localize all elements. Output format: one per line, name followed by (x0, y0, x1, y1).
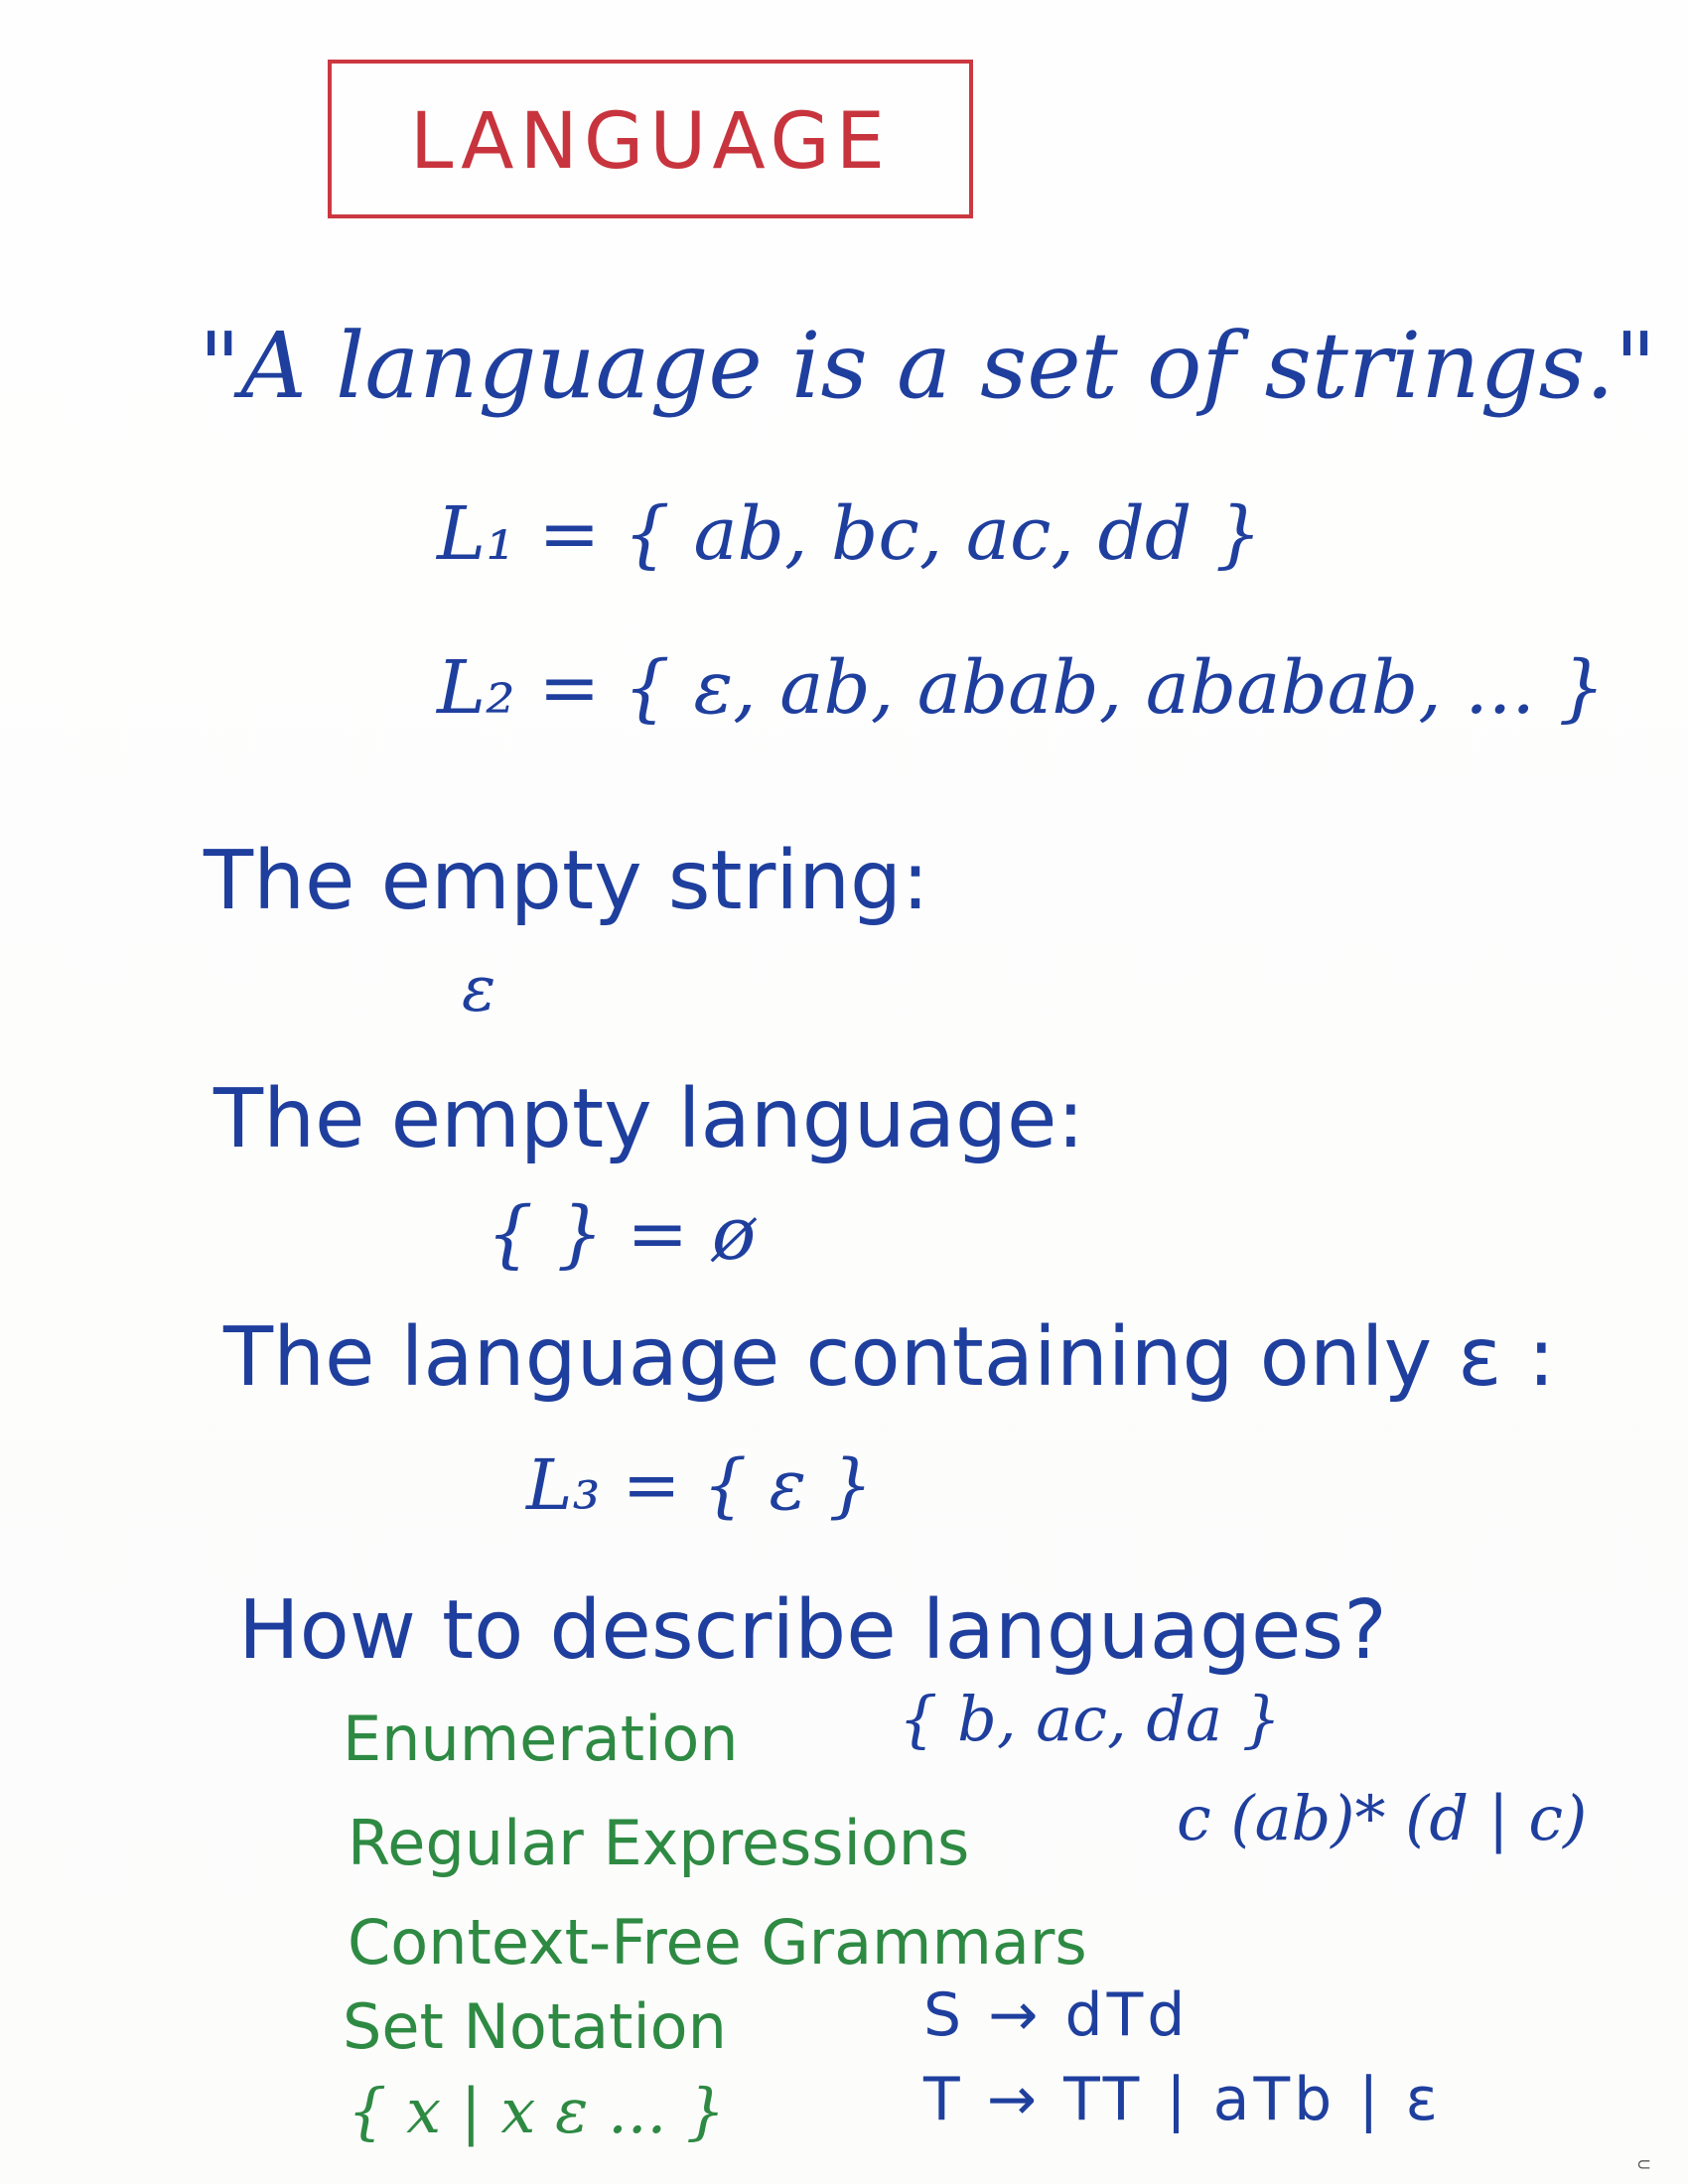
page-title: LANGUAGE (409, 97, 892, 187)
example-l3: L₃ = { ε } (526, 1444, 873, 1526)
heading-epsilon-language: The language containing only ε : (223, 1310, 1556, 1405)
regex-example: c (ab)* (d | c) (1177, 1782, 1588, 1854)
notebook-page: LANGUAGE "A language is a set of strings… (0, 0, 1688, 2184)
enumeration-example: { b, ac, da } (899, 1683, 1282, 1755)
page-corner-mark: ⊂ (1636, 2154, 1652, 2175)
example-l1: L₁ = { ab, bc, ac, dd } (437, 491, 1262, 577)
heading-empty-language: The empty language: (213, 1072, 1085, 1166)
method-enumeration: Enumeration (343, 1703, 739, 1775)
definition-quote: "A language is a set of strings." (199, 313, 1657, 419)
grammar-rule-t: T → TT | aTb | ε (923, 2065, 1442, 2134)
grammar-rule-s: S → dTd (923, 1980, 1190, 2050)
method-context-free-grammars: Context-Free Grammars (348, 1906, 1087, 1979)
epsilon-symbol: ε (462, 953, 496, 1026)
heading-empty-string: The empty string: (204, 834, 929, 928)
method-set-notation: Set Notation (343, 1990, 727, 2063)
heading-describe-languages: How to describe languages? (238, 1583, 1387, 1678)
method-regular-expressions: Regular Expressions (348, 1807, 970, 1879)
example-l2: L₂ = { ε, ab, abab, ababab, ... } (437, 645, 1606, 731)
empty-set-expression: { } = ø (487, 1191, 757, 1277)
set-notation-example: { x | x ε ... } (348, 2075, 726, 2147)
title-box: LANGUAGE (328, 60, 973, 218)
